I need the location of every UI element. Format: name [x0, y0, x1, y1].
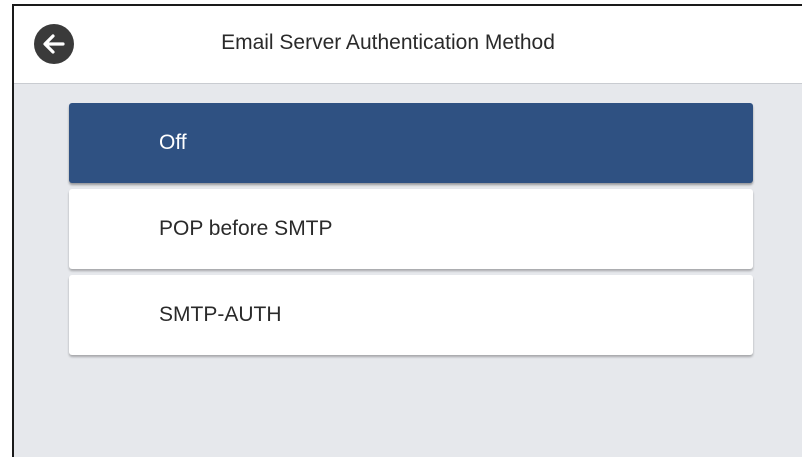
arrow-left-icon: [43, 34, 65, 54]
option-label: POP before SMTP: [159, 217, 333, 240]
page-title: Email Server Authentication Method: [221, 31, 555, 54]
option-label: Off: [159, 131, 187, 154]
option-pop-before-smtp[interactable]: POP before SMTP: [69, 189, 753, 269]
option-list: Off POP before SMTP SMTP-AUTH: [69, 103, 753, 361]
option-smtp-auth[interactable]: SMTP-AUTH: [69, 275, 753, 355]
option-label: SMTP-AUTH: [159, 303, 282, 326]
back-button[interactable]: [34, 24, 74, 64]
option-off[interactable]: Off: [69, 103, 753, 183]
printer-screen: Email Server Authentication Method Off P…: [12, 4, 802, 457]
header-bar: Email Server Authentication Method: [14, 6, 802, 84]
